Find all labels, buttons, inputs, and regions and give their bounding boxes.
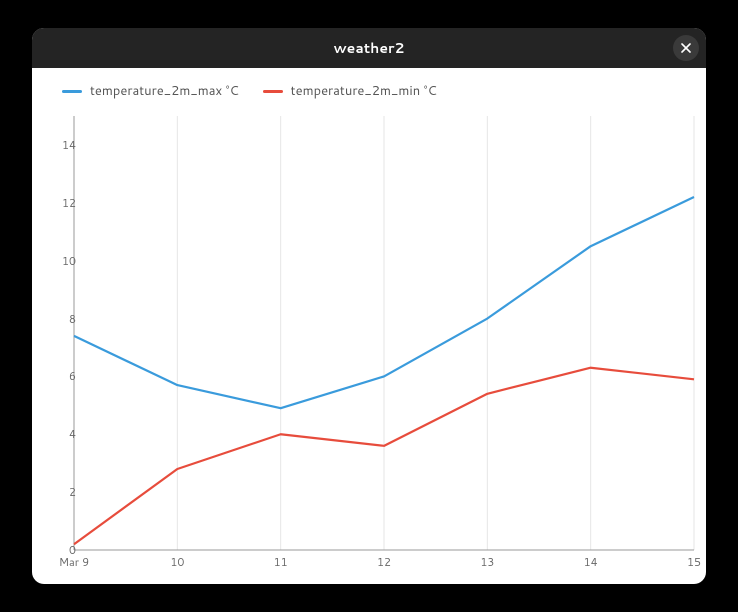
x-tick-label: 11 [274,554,288,570]
y-tick-label: 2 [46,484,76,500]
x-tick-label: 14 [584,554,598,570]
legend-item-min: temperature_2m_min °C [263,82,437,100]
plot-svg [56,116,694,568]
legend-label-max: temperature_2m_max °C [90,82,239,100]
x-tick-label: Mar 9 [59,554,89,570]
close-icon [681,38,691,58]
close-button[interactable] [673,35,699,61]
gridlines [74,116,694,550]
legend-swatch-min [263,90,283,93]
y-tick-label: 8 [46,311,76,327]
y-tick-label: 6 [46,368,76,384]
plot-region: 02468101214 Mar 9101112131415 [56,116,694,568]
legend-item-max: temperature_2m_max °C [62,82,239,100]
titlebar: weather2 [32,28,706,68]
legend-label-min: temperature_2m_min °C [291,82,437,100]
window-title: weather2 [333,38,404,58]
y-tick-label: 10 [46,253,76,269]
x-tick-label: 12 [377,554,391,570]
y-tick-label: 4 [46,426,76,442]
y-tick-label: 12 [46,195,76,211]
app-window: weather2 temperature_2m_max °C temperatu… [32,28,706,584]
y-tick-label: 14 [46,137,76,153]
x-tick-label: 10 [170,554,184,570]
legend-swatch-max [62,90,82,93]
x-tick-label: 13 [480,554,494,570]
legend: temperature_2m_max °C temperature_2m_min… [62,82,437,100]
chart-area: temperature_2m_max °C temperature_2m_min… [32,68,706,584]
x-tick-label: 15 [687,554,701,570]
